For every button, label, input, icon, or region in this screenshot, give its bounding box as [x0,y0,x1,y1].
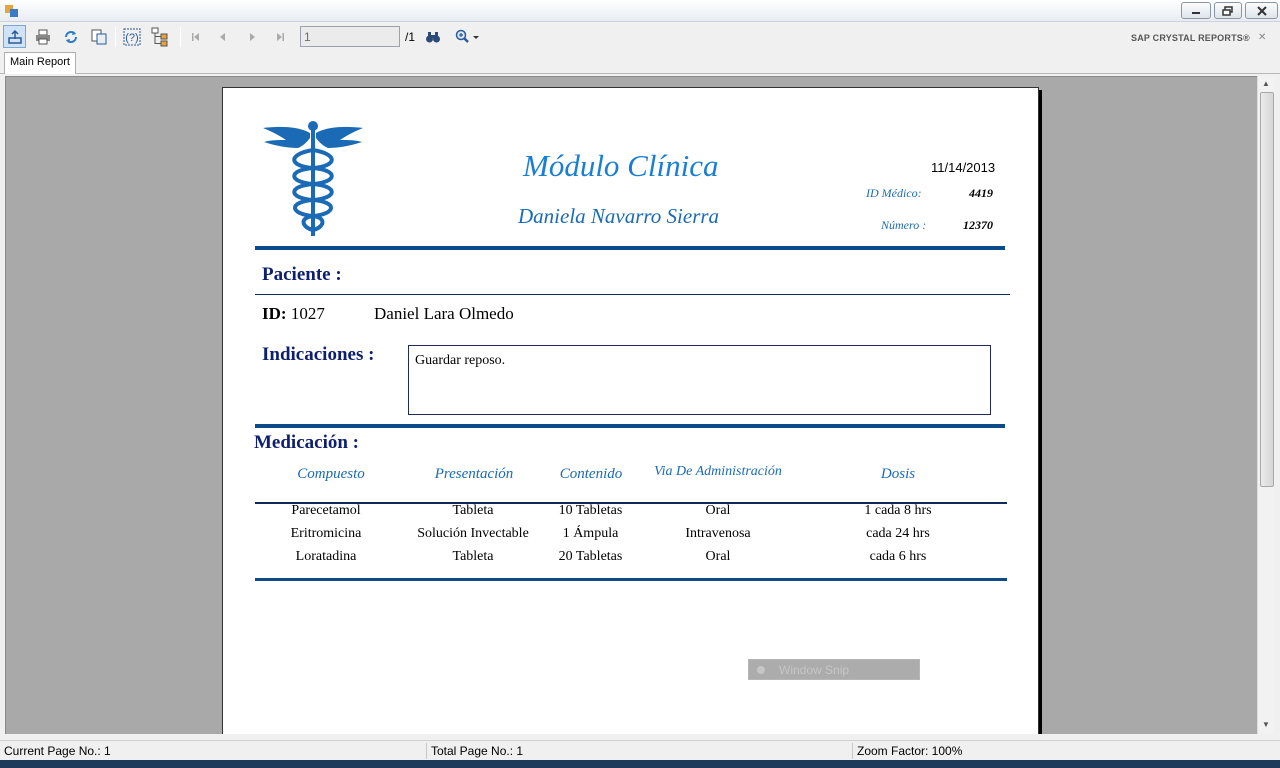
patient-id-value: 1027 [290,304,325,323]
snip-icon [757,666,765,674]
column-header: Via De Administración [654,464,782,479]
table-cell: Tableta [452,503,494,518]
table-cell: Eritromicina [290,526,362,541]
patient-name: Daniel Lara Olmedo [374,304,514,323]
table-cell: Parecetamol [291,503,361,518]
next-page-icon [249,32,255,41]
close-button[interactable] [1245,2,1278,19]
patient-id: ID: 1027 [262,304,325,324]
paciente-rule [255,294,1010,295]
restore-icon [1222,6,1233,16]
table-cell: Intravenosa [685,526,751,541]
first-page-button[interactable] [184,25,207,48]
paciente-heading: Paciente : [262,264,342,285]
svg-text:(?): (?) [125,32,138,44]
toolbar-separator [115,27,116,47]
table-cell: 20 Tabletas [558,549,623,564]
doctor-name: Daniela Navarro Sierra [518,204,720,228]
total-page-status: Total Page No.: 1 [431,744,524,758]
os-taskbar [0,760,1280,768]
table-cell: Loratadina [295,549,357,564]
status-separator [426,743,427,759]
minimize-icon [1192,12,1200,14]
table-cell: Solución Invectable [417,526,529,541]
table-cell: 1 Ámpula [562,526,619,541]
report-tabs: Main Report [0,52,1280,74]
table-cell: Oral [705,549,731,564]
close-viewer-icon[interactable]: ✕ [1258,32,1266,43]
first-page-icon [191,32,199,41]
window-snip-overlay[interactable]: Window Snip [748,659,920,680]
table-cell: cada 24 hrs [866,526,930,541]
app-icon [5,5,18,17]
group-tree-button[interactable] [148,25,171,48]
vertical-scrollbar[interactable]: ▲ ▼ [1257,76,1275,734]
export-button[interactable] [3,25,26,48]
find-button[interactable] [421,25,444,48]
table-cell: 10 Tabletas [558,503,623,518]
column-header: Compuesto [297,466,365,482]
prev-page-button[interactable] [211,25,234,48]
numero-value: 12370 [963,218,993,232]
page-total-label: /1 [405,30,416,44]
report-viewer[interactable]: Módulo Clínica Daniela Navarro Sierra 11… [5,76,1257,734]
next-page-button[interactable] [240,25,263,48]
print-icon [35,29,50,44]
window-titlebar [0,0,1280,22]
export-icon [7,29,22,44]
header-rule [255,246,1005,250]
toolbar-separator [180,27,181,47]
medicacion-heading: Medicación : [254,432,360,453]
refresh-button[interactable] [59,25,82,48]
zoom-dropdown[interactable] [450,25,484,48]
scroll-thumb[interactable] [1260,92,1274,487]
group-tree-icon [151,27,167,46]
last-page-button[interactable] [268,25,291,48]
column-header: Dosis [880,466,916,482]
scroll-up-icon[interactable]: ▲ [1262,79,1270,88]
indicaciones-heading: Indicaciones : [262,344,375,365]
report-page: Módulo Clínica Daniela Navarro Sierra 11… [222,87,1039,734]
report-title: Módulo Clínica [523,148,719,183]
minimize-button[interactable] [1181,2,1211,19]
close-icon [1256,6,1267,16]
numero-label: Número : [881,218,927,232]
status-separator [852,743,853,759]
refresh-icon [64,30,77,43]
restore-button[interactable] [1214,2,1242,19]
indicaciones-rule [255,424,1005,428]
zoom-status: Zoom Factor: 100% [857,744,963,758]
table-cell: Tableta [452,549,494,564]
report-toolbar: (?) /1 SAP CRYSTAL REPORTS® ✕ [0,22,1280,52]
print-button[interactable] [31,25,54,48]
current-page-status: Current Page No.: 1 [4,744,111,758]
table-cell: Oral [705,503,731,518]
table-bottom-rule [255,578,1007,581]
copy-icon [91,29,106,44]
tab-main-report[interactable]: Main Report [4,52,76,74]
last-page-icon [276,32,284,41]
find-icon [425,31,440,42]
help-icon: (?) [123,28,140,45]
scroll-down-icon[interactable]: ▼ [1262,720,1270,729]
column-header: Presentación [434,466,514,482]
window-snip-label: Window Snip [779,663,850,677]
prev-page-icon [219,32,225,41]
brand-label: SAP CRYSTAL REPORTS® [1131,33,1250,43]
copy-button[interactable] [87,25,110,48]
page-number-input[interactable] [300,26,400,47]
patient-id-label: ID: [262,304,287,323]
report-date: 11/14/2013 [931,160,996,175]
table-cell: cada 6 hrs [869,549,927,564]
table-cell: 1 cada 8 hrs [864,503,932,518]
id-medico-value: 4419 [969,186,993,200]
status-bar: Current Page No.: 1 Total Page No.: 1 Zo… [0,740,1280,760]
indicaciones-box: Guardar reposo. [408,345,991,415]
help-button[interactable]: (?) [120,25,143,48]
caduceus-logo [263,121,363,236]
column-header: Contenido [559,466,623,482]
id-medico-label: ID Médico: [866,186,922,200]
zoom-icon [455,29,479,43]
